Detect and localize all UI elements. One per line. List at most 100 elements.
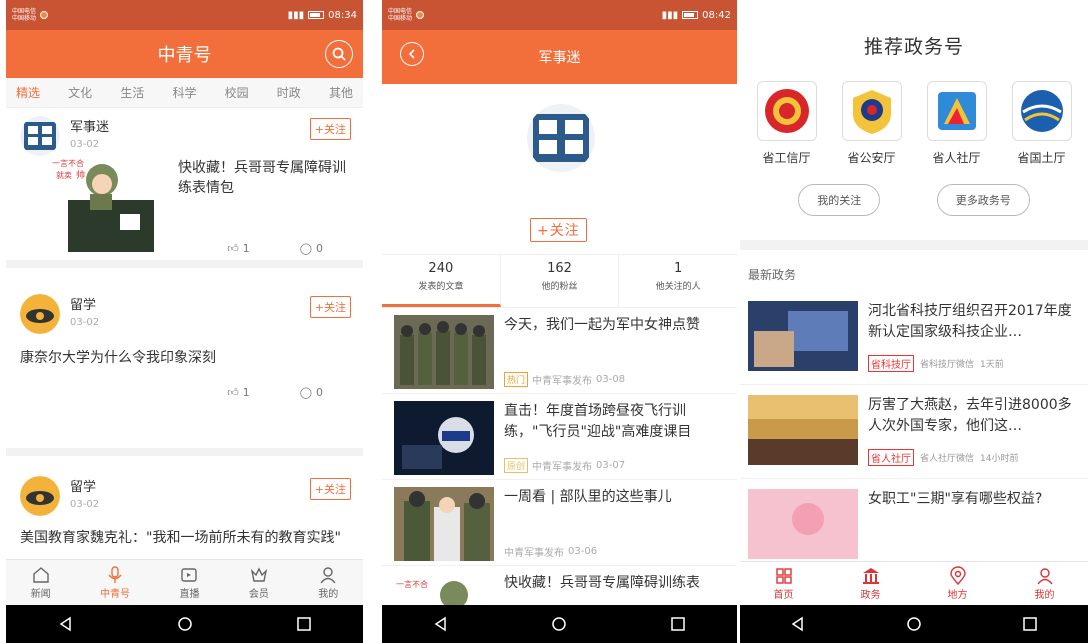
author-name[interactable]: 留学 bbox=[70, 294, 99, 313]
feed-item[interactable]: 军事迷 03-02 +关注 一言不合 就卖帅 快收藏！兵哥哥专属障碍训练表情包 👍… bbox=[6, 108, 363, 268]
tab-culture[interactable]: 文化 bbox=[68, 84, 92, 101]
battery-icon bbox=[308, 11, 325, 19]
stat-label: 他的粉丝 bbox=[541, 282, 578, 292]
comment-icon: ◯ bbox=[299, 242, 312, 255]
search-button[interactable] bbox=[325, 40, 353, 68]
location-icon bbox=[949, 566, 966, 586]
news-title[interactable]: 厉害了大燕赵，去年引进8000多人次外国专家，他们这… bbox=[868, 395, 1080, 437]
more-gov-accounts-button[interactable]: 更多政务号 bbox=[936, 184, 1030, 216]
avatar[interactable] bbox=[20, 294, 60, 334]
author-name[interactable]: 军事迷 bbox=[70, 116, 109, 135]
article-date: 03-06 bbox=[568, 546, 598, 557]
article-item[interactable]: 直击！年度首场跨昼夜飞行训练，"飞行员"迎战"高难度课目 原创 中青军事发布 03-… bbox=[382, 394, 737, 480]
gov-account-name: 省国土厅 bbox=[1017, 151, 1066, 165]
article-item[interactable]: 今天，我们一起为军中女神点赞 热门 中青军事发布 03-08 bbox=[382, 308, 737, 394]
gov-account[interactable]: 省工信厅 bbox=[756, 81, 817, 166]
article-title[interactable]: 直击！年度首场跨昼夜飞行训练，"飞行员"迎战"高难度课目 bbox=[504, 401, 727, 443]
search-icon bbox=[332, 47, 346, 61]
home-circle-icon[interactable] bbox=[175, 614, 195, 634]
tab-life[interactable]: 生活 bbox=[120, 84, 144, 101]
follow-button[interactable]: +关注 bbox=[309, 118, 351, 140]
home-circle-icon[interactable] bbox=[904, 614, 924, 634]
section-divider bbox=[740, 240, 1088, 250]
feed-item[interactable]: 留学 03-02 +关注 康奈尔大学为什么令我印象深刻 👍︎ 1 ◯ 0 bbox=[6, 286, 363, 456]
news-item[interactable]: 女职工"三期"享有哪些权益? bbox=[740, 479, 1088, 573]
nav-home[interactable]: 首页 bbox=[774, 566, 794, 601]
recents-square-icon[interactable] bbox=[1020, 614, 1040, 634]
avatar[interactable] bbox=[20, 476, 60, 516]
article-title[interactable]: 快收藏！兵哥哥专属障碍训练表 bbox=[504, 573, 727, 594]
post-title[interactable]: 快收藏！兵哥哥专属障碍训练表情包 bbox=[178, 158, 348, 254]
carrier-label: 中国移动 bbox=[12, 15, 37, 22]
thumbs-up-icon: 👍︎ bbox=[227, 386, 239, 399]
recents-square-icon[interactable] bbox=[294, 614, 314, 634]
like-count: 1 bbox=[242, 386, 250, 399]
news-item[interactable]: 厉害了大燕赵，去年引进8000多人次外国专家，他们这… 省人社厅 省人社厅微信 14… bbox=[740, 385, 1088, 479]
home-circle-icon[interactable] bbox=[549, 614, 569, 634]
svg-text:就卖: 就卖 bbox=[56, 170, 72, 180]
like-button[interactable]: 👍︎ 1 bbox=[227, 242, 250, 255]
news-title[interactable]: 河北省科技厅组织召开2017年度新认定国家级科技企业… bbox=[868, 301, 1080, 343]
nav-news[interactable]: 新闻 bbox=[31, 565, 51, 600]
recents-square-icon[interactable] bbox=[668, 614, 688, 634]
gov-account[interactable]: 省国土厅 bbox=[1011, 81, 1072, 166]
police-badge-icon bbox=[841, 81, 902, 141]
like-button[interactable]: 👍︎ 1 bbox=[227, 386, 250, 399]
gov-account[interactable]: 省人社厅 bbox=[926, 81, 987, 166]
author-name[interactable]: 留学 bbox=[70, 476, 99, 495]
tab-science[interactable]: 科学 bbox=[172, 84, 196, 101]
article-item[interactable]: 一周看 | 部队里的这些事儿 中青军事发布 03-06 bbox=[382, 480, 737, 566]
profile-stats: 240 发表的文章 162 他的粉丝 1 他关注的人 bbox=[382, 254, 737, 308]
post-title[interactable]: 美国教育家魏克礼："我和一场前所未有的教育实践" bbox=[6, 516, 363, 548]
tab-other[interactable]: 其他 bbox=[329, 84, 353, 101]
tab-following[interactable]: 1 他关注的人 bbox=[619, 255, 737, 307]
tab-campus[interactable]: 校园 bbox=[225, 84, 249, 101]
person-icon bbox=[320, 567, 336, 584]
post-thumbnail[interactable]: 一言不合 就卖帅 bbox=[50, 152, 156, 254]
gov-account[interactable]: 省公安厅 bbox=[841, 81, 902, 166]
avatar[interactable] bbox=[20, 116, 60, 156]
nav-member[interactable]: 会员 bbox=[249, 565, 269, 600]
news-thumbnail[interactable] bbox=[748, 489, 858, 559]
nav-mine[interactable]: 我的 bbox=[318, 565, 338, 600]
nav-zhongqinghao[interactable]: 中青号 bbox=[100, 565, 130, 600]
carrier-label: 中国电信 bbox=[388, 8, 413, 15]
back-triangle-icon[interactable] bbox=[788, 614, 808, 634]
nav-live[interactable]: 直播 bbox=[179, 565, 199, 600]
back-triangle-icon[interactable] bbox=[431, 614, 451, 634]
nav-local[interactable]: 地方 bbox=[948, 566, 968, 601]
news-source: 省科技厅微信 bbox=[920, 360, 975, 370]
tab-featured[interactable]: 精选 bbox=[16, 84, 40, 101]
screen-author-profile: 中国电信 中国移动 ▮▮▮ 08:42 军事迷 +关注 240 发表的文章 162 … bbox=[382, 0, 737, 643]
my-follow-button[interactable]: 我的关注 bbox=[798, 184, 881, 216]
comment-button[interactable]: ◯ 0 bbox=[300, 242, 323, 255]
back-triangle-icon[interactable] bbox=[56, 614, 76, 634]
avatar bbox=[527, 104, 595, 172]
back-button[interactable] bbox=[400, 42, 424, 66]
article-title[interactable]: 今天，我们一起为军中女神点赞 bbox=[504, 315, 727, 336]
article-title[interactable]: 一周看 | 部队里的这些事儿 bbox=[504, 487, 727, 508]
follow-button[interactable]: +关注 bbox=[309, 296, 351, 318]
comment-count: 0 bbox=[316, 386, 323, 399]
tab-articles[interactable]: 240 发表的文章 bbox=[382, 255, 501, 307]
article-thumbnail[interactable] bbox=[394, 315, 494, 389]
news-thumbnail[interactable] bbox=[748, 301, 858, 371]
comment-button[interactable]: ◯ 0 bbox=[300, 386, 323, 399]
stat-value: 1 bbox=[674, 261, 683, 276]
source-tag: 省人社厅 bbox=[868, 449, 914, 466]
land-resources-logo-icon bbox=[1011, 81, 1072, 141]
post-title[interactable]: 康奈尔大学为什么令我印象深刻 bbox=[6, 334, 363, 368]
nav-mine[interactable]: 我的 bbox=[1035, 566, 1055, 601]
article-thumbnail[interactable] bbox=[394, 401, 494, 475]
news-item[interactable]: 河北省科技厅组织召开2017年度新认定国家级科技企业… 省科技厅 省科技厅微信 1天… bbox=[740, 291, 1088, 385]
tab-politics[interactable]: 时政 bbox=[277, 84, 301, 101]
article-thumbnail[interactable] bbox=[394, 487, 494, 561]
news-title[interactable]: 女职工"三期"享有哪些权益? bbox=[868, 489, 1080, 510]
comment-count: 0 bbox=[316, 242, 323, 255]
tab-fans[interactable]: 162 他的粉丝 bbox=[501, 255, 620, 307]
stat-value: 162 bbox=[547, 261, 572, 276]
news-thumbnail[interactable] bbox=[748, 395, 858, 465]
follow-button[interactable]: +关注 bbox=[530, 218, 587, 242]
nav-gov[interactable]: 政务 bbox=[861, 566, 881, 601]
follow-button[interactable]: +关注 bbox=[309, 478, 351, 500]
